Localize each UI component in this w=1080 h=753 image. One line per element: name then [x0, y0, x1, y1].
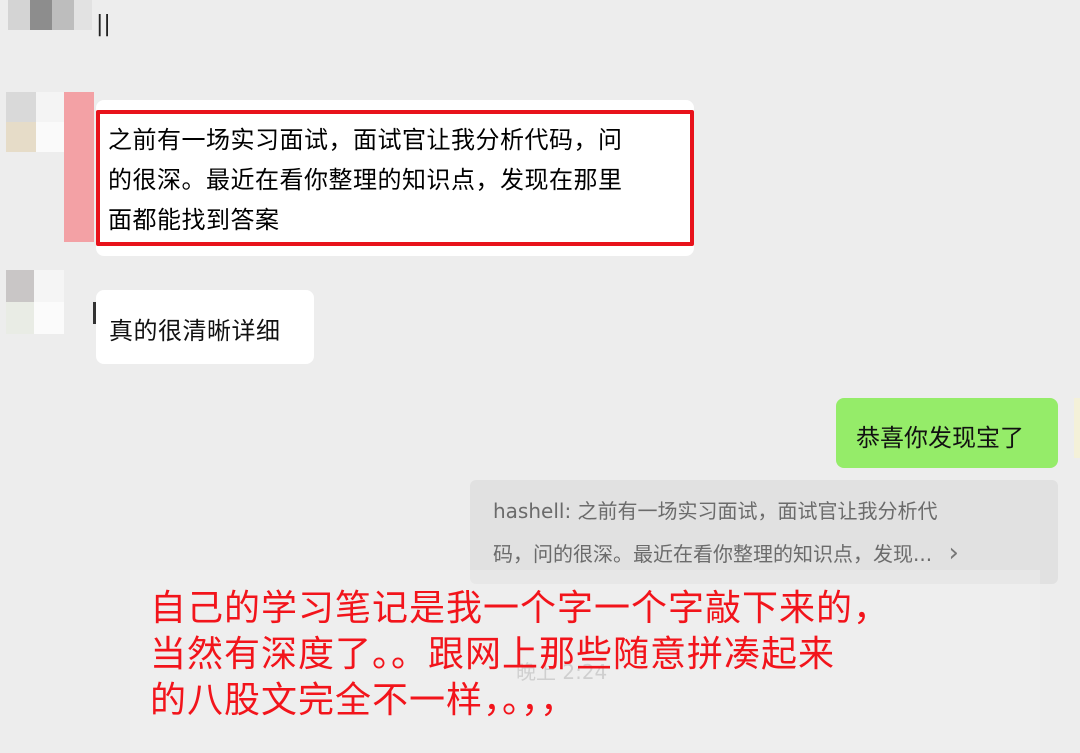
avatar-pixelated — [0, 0, 95, 40]
avatar-partial[interactable] — [1074, 398, 1080, 458]
message-line: 的很深。最近在看你整理的知识点，发现在那里 — [108, 166, 623, 194]
quoted-message[interactable]: hashell: 之前有一场实习面试，面试官让我分析代 码，问的很深。最近在看你… — [470, 480, 1058, 584]
message-line: 面都能找到答案 — [108, 206, 280, 234]
message-line: 之前有一场实习面试，面试官让我分析代码，问 — [108, 126, 623, 154]
top-bar-mark: || — [96, 12, 111, 37]
quote-line: 码，问的很深。最近在看你整理的知识点，发现... › — [493, 538, 959, 568]
message-text: 恭喜你发现宝了 — [856, 424, 1024, 452]
message-bubble-friend[interactable]: 真的很清晰详细 — [96, 290, 314, 364]
avatar-pixelated[interactable] — [0, 92, 96, 242]
message-text: 真的很清晰详细 — [109, 317, 281, 345]
annotation-line: 自己的学习笔记是我一个字一个字敲下来的， — [150, 588, 891, 629]
avatar-pixelated[interactable] — [0, 270, 96, 334]
annotation-line: 当然有深度了。。跟网上那些随意拼凑起来 — [150, 634, 836, 675]
annotation-text: 自己的学习笔记是我一个字一个字敲下来的， 当然有深度了。。跟网上那些随意拼凑起来… — [150, 586, 1060, 724]
chevron-right-icon[interactable]: › — [948, 538, 958, 568]
message-text: 之前有一场实习面试，面试官让我分析代码，问 的很深。最近在看你整理的知识点，发现… — [108, 120, 688, 240]
quote-line: hashell: 之前有一场实习面试，面试官让我分析代 — [493, 499, 938, 523]
annotation-line: 的八股文完全不一样，。，， — [150, 680, 578, 721]
message-bubble-me[interactable]: 恭喜你发现宝了 — [836, 398, 1058, 468]
